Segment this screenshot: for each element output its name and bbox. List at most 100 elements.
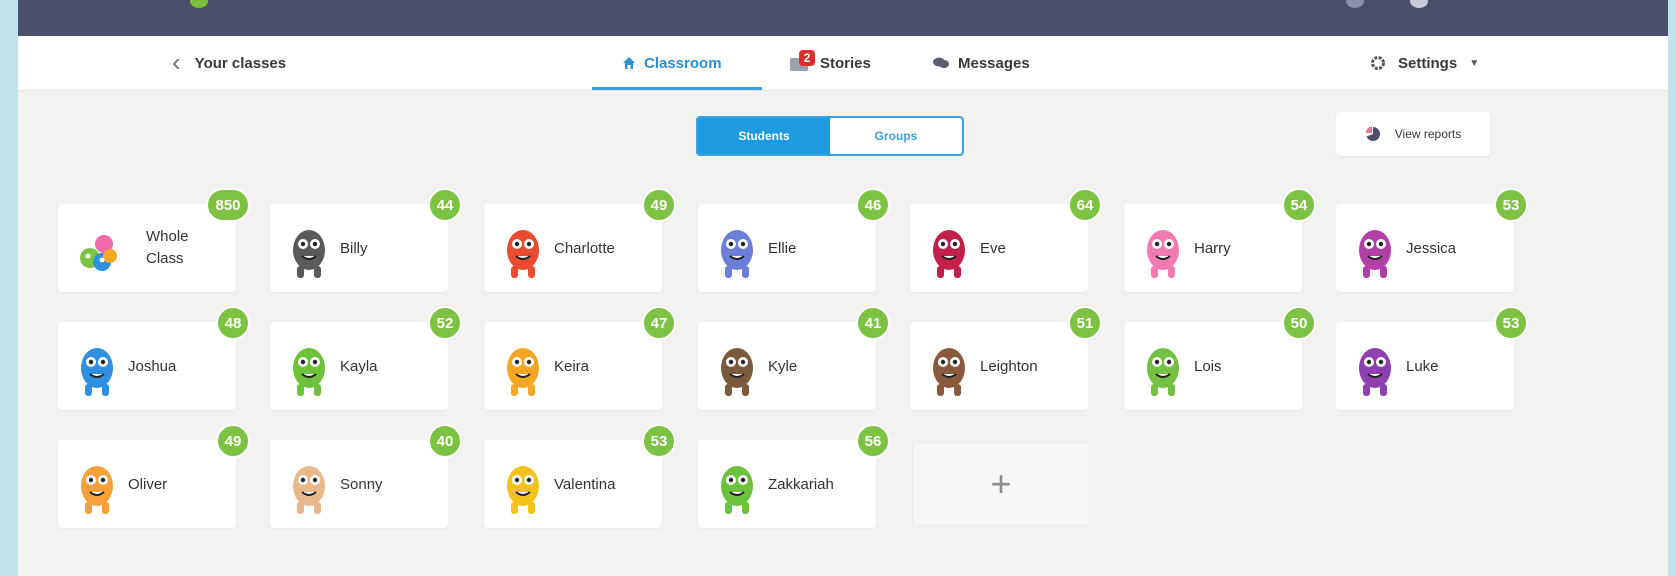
monster-avatar-icon	[721, 466, 753, 514]
student-card[interactable]: Zakkariah 56	[698, 424, 890, 528]
settings-menu[interactable]: Settings ▼	[1370, 36, 1479, 90]
monster-avatar-icon	[81, 466, 113, 514]
your-classes-label: Your classes	[194, 54, 287, 72]
student-name: Valentina	[554, 475, 616, 493]
student-card[interactable]: Joshua 48	[58, 306, 250, 410]
profile-avatar[interactable]	[1410, 0, 1428, 8]
points-badge: 53	[1494, 306, 1528, 340]
points-badge: 52	[428, 306, 462, 340]
monster-avatar-icon	[293, 348, 325, 396]
student-name: Keira	[554, 357, 590, 375]
student-name: Oliver	[128, 475, 168, 493]
student-card[interactable]: Luke 53	[1336, 306, 1528, 410]
tab-messages-label: Messages	[958, 54, 1030, 72]
points-badge: 40	[428, 424, 462, 458]
messages-icon	[933, 57, 949, 68]
points-badge: 47	[642, 306, 676, 340]
student-card[interactable]: Harry 54	[1124, 188, 1316, 292]
student-card[interactable]: Ellie 46	[698, 188, 890, 292]
active-tab-indicator	[592, 87, 762, 90]
student-name: Ellie	[768, 239, 797, 257]
whole-class-name: Whole Class	[146, 204, 216, 292]
monster-avatar-icon	[507, 348, 539, 396]
student-name: Charlotte	[554, 239, 615, 257]
monster-avatar-icon	[81, 348, 113, 396]
caret-down-icon: ▼	[1469, 57, 1480, 69]
monster-avatar-icon	[721, 230, 753, 278]
points-badge: 56	[856, 424, 890, 458]
points-badge: 850	[206, 188, 250, 222]
your-classes-link[interactable]: ‹ Your classes	[172, 36, 286, 90]
monster-avatar-icon	[1147, 348, 1179, 396]
tab-messages[interactable]: Messages	[932, 36, 1030, 90]
points-badge: 53	[1494, 188, 1528, 222]
student-name: Lois	[1194, 357, 1222, 375]
student-card[interactable]: Kayla 52	[270, 306, 462, 410]
points-badge: 46	[856, 188, 890, 222]
tab-classroom-label: Classroom	[644, 54, 722, 72]
student-card[interactable]: Eve 64	[910, 188, 1102, 292]
student-card[interactable]: Billy 44	[270, 188, 462, 292]
student-name: Harry	[1194, 239, 1231, 257]
student-name: Eve	[980, 239, 1006, 257]
notification-icon[interactable]	[1346, 0, 1364, 8]
student-name: Kyle	[768, 357, 798, 375]
logo-icon	[190, 0, 208, 8]
plus-icon: +	[990, 463, 1012, 504]
home-icon	[623, 57, 635, 69]
points-badge: 50	[1282, 306, 1316, 340]
points-badge: 53	[642, 424, 676, 458]
student-card[interactable]: Lois 50	[1124, 306, 1316, 410]
points-badge: 44	[428, 188, 462, 222]
student-card[interactable]: Kyle 41	[698, 306, 890, 410]
student-card[interactable]: Charlotte 49	[484, 188, 676, 292]
student-name: Billy	[340, 239, 368, 257]
gear-icon	[1371, 56, 1385, 70]
view-reports-label: View reports	[1394, 127, 1462, 141]
app-frame: ‹ Your classes Classroom 2 Stories Messa…	[18, 0, 1668, 576]
whole-class-name-line2: Class	[146, 250, 184, 267]
student-card[interactable]: Valentina 53	[484, 424, 676, 528]
whole-class-name-line1: Whole	[146, 228, 189, 245]
group-monsters-icon	[80, 235, 117, 271]
stories-icon: 2	[790, 50, 815, 72]
points-badge: 49	[642, 188, 676, 222]
students-groups-toggle: Students Groups	[696, 116, 964, 156]
student-card[interactable]: Jessica 53	[1336, 188, 1528, 292]
monster-avatar-icon	[721, 348, 753, 396]
monster-avatar-icon	[1359, 230, 1391, 278]
class-navbar: ‹ Your classes Classroom 2 Stories Messa…	[18, 36, 1668, 91]
student-name: Leighton	[980, 357, 1038, 375]
student-card[interactable]: Keira 47	[484, 306, 676, 410]
monster-avatar-icon	[293, 230, 325, 278]
top-bar	[18, 0, 1668, 36]
student-name: Jessica	[1406, 239, 1457, 257]
monster-avatar-icon	[293, 466, 325, 514]
tab-stories-label: Stories	[820, 54, 871, 72]
student-card[interactable]: Sonny 40	[270, 424, 462, 528]
student-name: Sonny	[340, 475, 383, 493]
points-badge: 49	[216, 424, 250, 458]
monster-avatar-icon	[1147, 230, 1179, 278]
student-card[interactable]: Oliver 49	[58, 424, 250, 528]
students-toggle-button[interactable]: Students	[698, 118, 830, 154]
settings-label: Settings	[1398, 54, 1458, 72]
chevron-left-icon: ‹	[172, 46, 181, 77]
add-student-button[interactable]: +	[912, 442, 1090, 526]
points-badge: 41	[856, 306, 890, 340]
whole-class-card[interactable]: Whole Class 850	[58, 188, 250, 292]
view-reports-button[interactable]: View reports	[1336, 112, 1490, 156]
student-name: Kayla	[340, 357, 378, 375]
points-badge: 64	[1068, 188, 1102, 222]
student-card[interactable]: Leighton 51	[910, 306, 1102, 410]
monster-avatar-icon	[933, 230, 965, 278]
groups-toggle-button[interactable]: Groups	[830, 118, 962, 154]
tab-classroom[interactable]: Classroom	[622, 36, 722, 90]
monster-avatar-icon	[933, 348, 965, 396]
tab-stories[interactable]: 2 Stories	[790, 36, 871, 90]
monster-avatar-icon	[1359, 348, 1391, 396]
points-badge: 48	[216, 306, 250, 340]
monster-avatar-icon	[507, 230, 539, 278]
pie-chart-icon	[1365, 126, 1380, 141]
student-name: Luke	[1406, 357, 1439, 375]
